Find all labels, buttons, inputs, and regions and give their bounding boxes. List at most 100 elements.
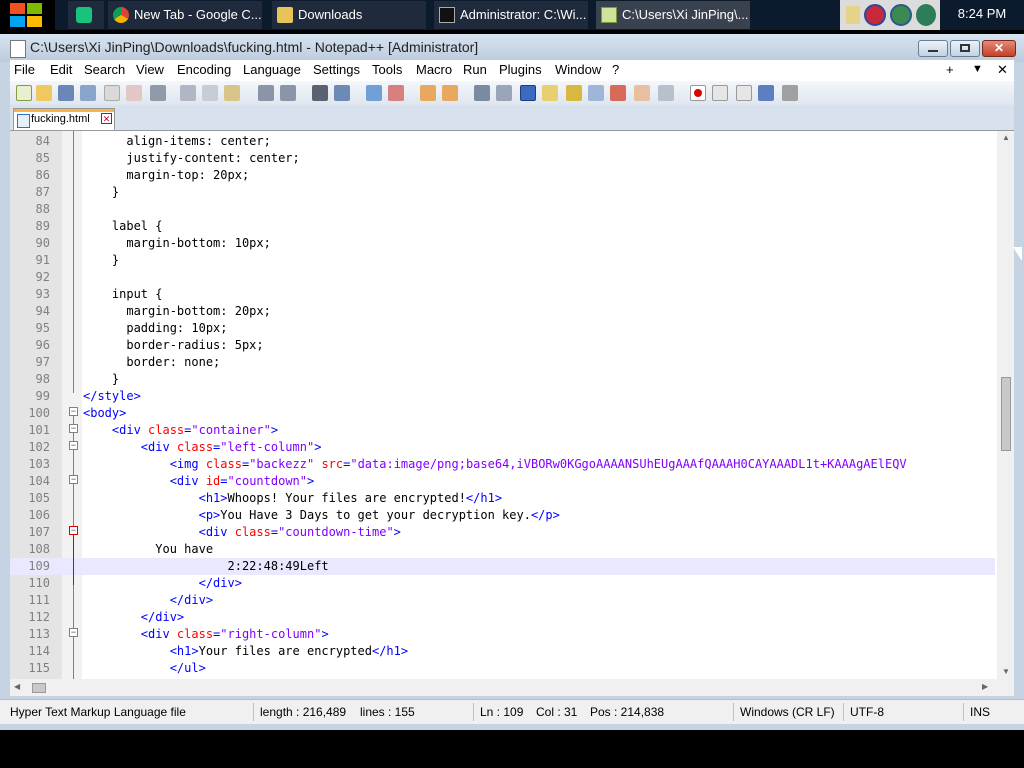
function-list-icon[interactable]	[588, 85, 604, 101]
menu-search[interactable]: Search	[84, 62, 125, 77]
menu-view[interactable]: View	[136, 62, 164, 77]
minimize-button[interactable]	[918, 40, 948, 57]
menu-run[interactable]: Run	[463, 62, 487, 77]
code-line[interactable]: 98 }	[10, 371, 995, 388]
menu-plugins[interactable]: Plugins	[499, 62, 542, 77]
folder-as-workspace-icon[interactable]	[610, 85, 626, 101]
close-all-icon[interactable]	[126, 85, 142, 101]
save-icon[interactable]	[58, 85, 74, 101]
code-line[interactable]: 92	[10, 269, 995, 286]
record-macro-icon[interactable]	[690, 85, 706, 101]
new-file-icon[interactable]	[16, 85, 32, 101]
clock[interactable]: 8:24 PM	[940, 0, 1024, 30]
copy-icon[interactable]	[202, 85, 218, 101]
tray-app-icon[interactable]	[846, 6, 860, 24]
doc-map-icon[interactable]	[566, 85, 582, 101]
horizontal-scroll-thumb[interactable]	[32, 683, 46, 693]
menu-macro[interactable]: Macro	[416, 62, 452, 77]
code-line[interactable]: 114 <h1>Your files are encrypted</h1>	[10, 643, 995, 660]
code-line[interactable]: 97 border: none;	[10, 354, 995, 371]
code-line[interactable]: 104 <div id="countdown">	[10, 473, 995, 490]
save-all-icon[interactable]	[80, 85, 96, 101]
show-all-chars-icon[interactable]	[496, 85, 512, 101]
tab-list-button[interactable]: ▼	[972, 63, 983, 75]
code-line[interactable]: 90 margin-bottom: 10px;	[10, 235, 995, 252]
code-line[interactable]: 87 }	[10, 184, 995, 201]
status-encoding[interactable]: UTF-8	[850, 705, 884, 719]
new-tab-button[interactable]: +	[946, 62, 954, 77]
code-line[interactable]: 94 margin-bottom: 20px;	[10, 303, 995, 320]
code-line[interactable]: 88	[10, 201, 995, 218]
menu-language[interactable]: Language	[243, 62, 301, 77]
code-line[interactable]: 108 You have	[10, 541, 995, 558]
eye-icon[interactable]	[658, 85, 674, 101]
play-macro-icon[interactable]	[736, 85, 752, 101]
sync-horizontal-icon[interactable]	[442, 85, 458, 101]
taskbar-item-downloads[interactable]: Downloads	[272, 1, 426, 29]
code-line[interactable]: 113 <div class="right-column">	[10, 626, 995, 643]
run-macro-multiple-icon[interactable]	[758, 85, 774, 101]
code-line[interactable]: 103 <img class="backezz" src="data:image…	[10, 456, 995, 473]
tab-fucking-html[interactable]: fucking.html ✕	[13, 108, 115, 130]
code-line[interactable]: 91 }	[10, 252, 995, 269]
code-line[interactable]: 106 <p>You Have 3 Days to get your decry…	[10, 507, 995, 524]
code-line[interactable]: 93 input {	[10, 286, 995, 303]
indent-guide-icon[interactable]	[520, 85, 536, 101]
fold-toggle-icon[interactable]: −	[69, 424, 78, 433]
code-line[interactable]: 110 </div>	[10, 575, 995, 592]
code-line[interactable]: 85 justify-content: center;	[10, 150, 995, 167]
close-button[interactable]: ✕	[982, 40, 1016, 57]
fold-toggle-icon[interactable]: −	[69, 526, 78, 535]
taskbar-pinned-app[interactable]	[68, 1, 104, 29]
vertical-scrollbar[interactable]: ▲ ▼	[997, 131, 1014, 679]
code-line[interactable]: 115 </ul>	[10, 660, 995, 677]
shield-icon[interactable]	[864, 4, 886, 26]
code-line[interactable]: 99 </style>	[10, 388, 995, 405]
menu-tools[interactable]: Tools	[372, 62, 402, 77]
scroll-up-icon[interactable]: ▲	[1002, 133, 1010, 142]
sync-vertical-icon[interactable]	[420, 85, 436, 101]
undo-icon[interactable]	[258, 85, 274, 101]
fold-toggle-icon[interactable]: −	[69, 475, 78, 484]
scroll-down-icon[interactable]: ▼	[1002, 667, 1010, 676]
code-line[interactable]: 102 <div class="left-column">	[10, 439, 995, 456]
title-bar[interactable]: C:\Users\Xi JinPing\Downloads\fucking.ht…	[0, 34, 1024, 62]
udl-icon[interactable]	[542, 85, 558, 101]
menu-file[interactable]: File	[14, 62, 35, 77]
find-icon[interactable]	[312, 85, 328, 101]
open-file-icon[interactable]	[36, 85, 52, 101]
fold-toggle-icon[interactable]: −	[69, 441, 78, 450]
status-eol[interactable]: Windows (CR LF)	[740, 705, 835, 719]
menu-edit[interactable]: Edit	[50, 62, 72, 77]
code-line[interactable]: 96 border-radius: 5px;	[10, 337, 995, 354]
zoom-in-icon[interactable]	[366, 85, 382, 101]
horizontal-scrollbar[interactable]: ◀ ▶	[10, 679, 1014, 696]
fold-toggle-icon[interactable]: −	[69, 407, 78, 416]
code-line[interactable]: 107 <div class="countdown-time">	[10, 524, 995, 541]
taskbar-item-chrome[interactable]: New Tab - Google C...	[108, 1, 262, 29]
word-wrap-icon[interactable]	[474, 85, 490, 101]
tray-extra-icon[interactable]	[916, 4, 936, 26]
code-line[interactable]: 86 margin-top: 20px;	[10, 167, 995, 184]
fold-toggle-icon[interactable]: −	[69, 628, 78, 637]
monitor-icon[interactable]	[634, 85, 650, 101]
menu-help[interactable]: ?	[612, 62, 619, 77]
print-icon[interactable]	[150, 85, 166, 101]
redo-icon[interactable]	[280, 85, 296, 101]
vertical-scroll-thumb[interactable]	[1001, 377, 1011, 451]
cut-icon[interactable]	[180, 85, 196, 101]
taskbar-item-notepadpp[interactable]: C:\Users\Xi JinPing\...	[596, 1, 750, 29]
close-file-icon[interactable]	[104, 85, 120, 101]
scroll-left-icon[interactable]: ◀	[14, 682, 20, 691]
save-macro-icon[interactable]	[782, 85, 798, 101]
code-line[interactable]: 101 <div class="container">	[10, 422, 995, 439]
paste-icon[interactable]	[224, 85, 240, 101]
stop-macro-icon[interactable]	[712, 85, 728, 101]
code-line[interactable]: 84 align-items: center;	[10, 133, 995, 150]
zoom-out-icon[interactable]	[388, 85, 404, 101]
code-line[interactable]: 109 2:22:48:49Left	[10, 558, 995, 575]
menu-encoding[interactable]: Encoding	[177, 62, 231, 77]
code-line[interactable]: 112 </div>	[10, 609, 995, 626]
code-line[interactable]: 105 <h1>Whoops! Your files are encrypted…	[10, 490, 995, 507]
scroll-right-icon[interactable]: ▶	[982, 682, 988, 691]
